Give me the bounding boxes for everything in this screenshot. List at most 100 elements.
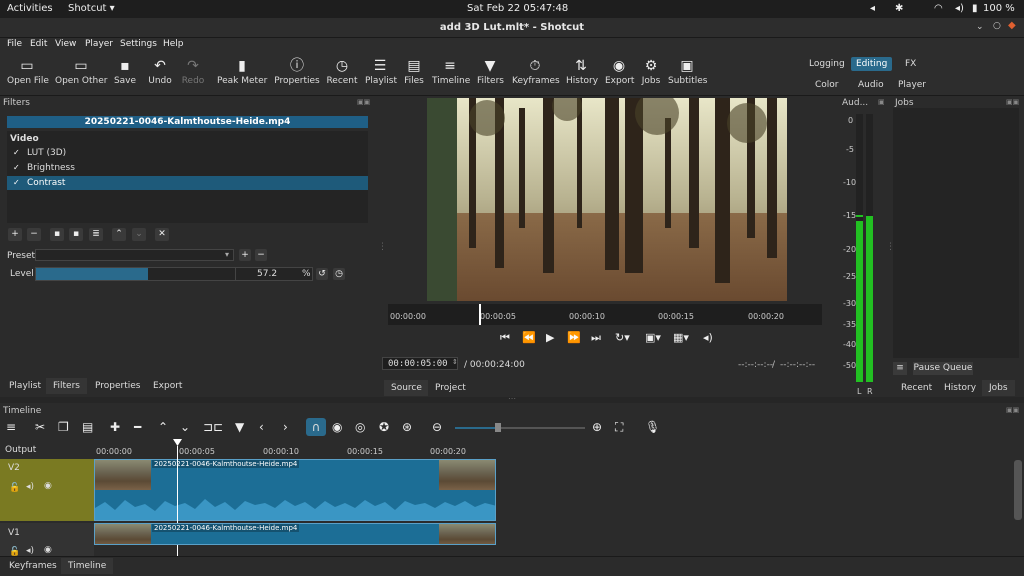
keyframe-stopwatch-icon[interactable]: ◷	[333, 268, 345, 280]
jobs-menu-icon[interactable]: ≡	[893, 362, 907, 375]
lift-icon[interactable]: ⌃	[158, 420, 168, 434]
tab-jobs[interactable]: Jobs	[982, 380, 1015, 396]
filter-item-contrast[interactable]: ✓ Contrast	[7, 176, 368, 190]
tab-project[interactable]: Project	[428, 380, 473, 396]
mute-icon[interactable]: ◂)	[26, 482, 34, 492]
previous-marker-icon[interactable]: ‹	[259, 420, 264, 434]
layout-fx[interactable]: FX	[900, 57, 921, 71]
media-icon[interactable]: ◂	[870, 3, 875, 14]
playlist-button[interactable]: ☰ Playlist	[365, 56, 397, 86]
append-icon[interactable]: ✚	[110, 420, 120, 434]
loop-icon[interactable]: ↻▾	[615, 331, 630, 344]
video-preview[interactable]	[427, 98, 787, 301]
checkbox-icon[interactable]: ✓	[13, 149, 21, 157]
menu-edit[interactable]: Edit	[30, 39, 47, 49]
menu-file[interactable]: File	[7, 39, 22, 49]
remove-icon[interactable]: ━	[134, 420, 141, 434]
dock-float-icon[interactable]: ▣▣	[1006, 98, 1019, 106]
dock-float-icon[interactable]: ▣	[878, 98, 885, 106]
reset-icon[interactable]: ↺	[316, 268, 328, 280]
menu-settings[interactable]: Settings	[120, 39, 157, 49]
add-filter-icon[interactable]: +	[8, 228, 22, 241]
zoom-fit-icon[interactable]: ⛶	[615, 420, 623, 435]
save-filter-icon[interactable]: ≣	[89, 228, 103, 241]
split-icon[interactable]: ⊐⊏	[203, 420, 223, 434]
zoom-icon[interactable]: ▣▾	[645, 331, 661, 344]
next-marker-icon[interactable]: ›	[283, 420, 288, 434]
fast-forward-icon[interactable]: ⏩	[567, 331, 581, 344]
clock[interactable]: Sat Feb 22 05:47:48	[467, 3, 568, 14]
tab-playlist[interactable]: Playlist	[2, 378, 48, 394]
layout-editing[interactable]: Editing	[851, 57, 893, 71]
grid-icon[interactable]: ▦▾	[673, 331, 689, 344]
splitter-handle[interactable]: ⋮	[378, 242, 387, 252]
ripple-icon[interactable]: ◎	[355, 420, 365, 434]
mute-icon[interactable]: ◂)	[26, 546, 34, 556]
tab-keyframes[interactable]: Keyframes	[2, 558, 64, 574]
timeline-button[interactable]: ≡ Timeline	[432, 56, 470, 86]
remove-filter-icon[interactable]: −	[27, 228, 41, 241]
ripple-markers-icon[interactable]: ⊛	[402, 420, 412, 434]
tab-properties[interactable]: Properties	[88, 378, 148, 394]
wifi-icon[interactable]: ◠	[934, 3, 943, 14]
timeline-scrollbar[interactable]	[1014, 460, 1022, 520]
snap-icon[interactable]: ∩	[306, 418, 326, 436]
timeline-clip-v1[interactable]: 20250221-0046-Kalmthoutse-Heide.mp4	[94, 523, 496, 545]
filter-list[interactable]: Video ✓ LUT (3D) ✓ Brightness ✓ Contrast	[7, 131, 368, 223]
level-value[interactable]: 57.2	[257, 269, 277, 279]
maximize-icon[interactable]: ○	[993, 21, 1001, 31]
zoom-out-icon[interactable]: ⊖	[432, 420, 442, 434]
move-up-icon[interactable]: ⌃	[112, 228, 126, 241]
skip-previous-icon[interactable]: ⏮	[500, 331, 510, 345]
timeline-clip-v2[interactable]: 20250221-0046-Kalmthoutse-Heide.mp4	[94, 459, 496, 521]
ripple-all-icon[interactable]: ✪	[379, 420, 389, 434]
battery-icon[interactable]: ▮	[972, 3, 978, 14]
player-ruler[interactable]: 00:00:00 00:00:05 00:00:10 00:00:15 00:0…	[388, 304, 822, 325]
preset-select[interactable]	[35, 249, 234, 261]
layout-audio[interactable]: Audio	[853, 78, 889, 92]
timeline-ruler[interactable]: 00:00:00 00:00:05 00:00:10 00:00:15 00:0…	[94, 441, 1012, 459]
tab-recent[interactable]: Recent	[894, 380, 940, 396]
menu-help[interactable]: Help	[163, 39, 184, 49]
layout-player[interactable]: Player	[893, 78, 931, 92]
tab-filters[interactable]: Filters	[46, 378, 87, 394]
peak-meter-button[interactable]: ▮ Peak Meter	[217, 56, 267, 86]
properties-button[interactable]: ⓘ Properties	[274, 56, 320, 86]
undo-button[interactable]: ↶ Undo	[147, 56, 173, 86]
files-button[interactable]: ▤ Files	[403, 56, 425, 86]
scrub-icon[interactable]: ◉	[332, 420, 342, 434]
dock-float-icon[interactable]: ▣▣	[1006, 406, 1019, 414]
timecode-input[interactable]: 00:00:05:00	[382, 357, 458, 370]
tab-export[interactable]: Export	[146, 378, 190, 394]
record-audio-icon[interactable]: 🎙	[645, 420, 660, 434]
history-button[interactable]: ⇅ History	[566, 56, 598, 86]
marker-icon[interactable]: ▼	[235, 420, 244, 434]
export-button[interactable]: ◉ Export	[605, 56, 634, 86]
track-head-v2[interactable]: V2 🔓 ◂) ◉	[0, 459, 94, 521]
open-other-button[interactable]: ▭ Open Other	[55, 56, 107, 86]
spin-icon[interactable]: ⇕	[452, 358, 458, 366]
jobs-list[interactable]	[893, 108, 1019, 358]
eye-icon[interactable]: ◉	[44, 545, 52, 555]
cut-icon[interactable]: ✂	[35, 420, 45, 434]
dock-float-icon[interactable]: ▣▣	[357, 98, 370, 106]
tab-source[interactable]: Source	[384, 380, 429, 396]
minimize-icon[interactable]: ⌄	[976, 22, 984, 32]
track-head-v1[interactable]: V1 🔓 ◂) ◉	[0, 523, 94, 557]
activities-button[interactable]: Activities	[7, 3, 53, 14]
checkbox-icon[interactable]: ✓	[13, 164, 21, 172]
subtitles-button[interactable]: ▣ Subtitles	[668, 56, 707, 86]
eye-icon[interactable]: ◉	[44, 481, 52, 491]
recent-button[interactable]: ◷ Recent	[326, 56, 358, 86]
jobs-button[interactable]: ⚙ Jobs	[641, 56, 661, 86]
close-icon[interactable]: ◆	[1008, 20, 1016, 31]
keyframes-button[interactable]: ⏱ Keyframes	[512, 56, 560, 86]
menu-player[interactable]: Player	[85, 39, 113, 49]
paste-icon[interactable]: ▤	[82, 420, 93, 434]
paste-filter-icon[interactable]: ▪	[69, 228, 83, 241]
timeline-menu-icon[interactable]: ≡	[6, 420, 16, 434]
add-preset-icon[interactable]: +	[239, 249, 251, 261]
volume-icon[interactable]: ◂)	[703, 331, 713, 344]
zoom-in-icon[interactable]: ⊕	[592, 420, 602, 434]
rewind-icon[interactable]: ⏪	[522, 331, 536, 344]
